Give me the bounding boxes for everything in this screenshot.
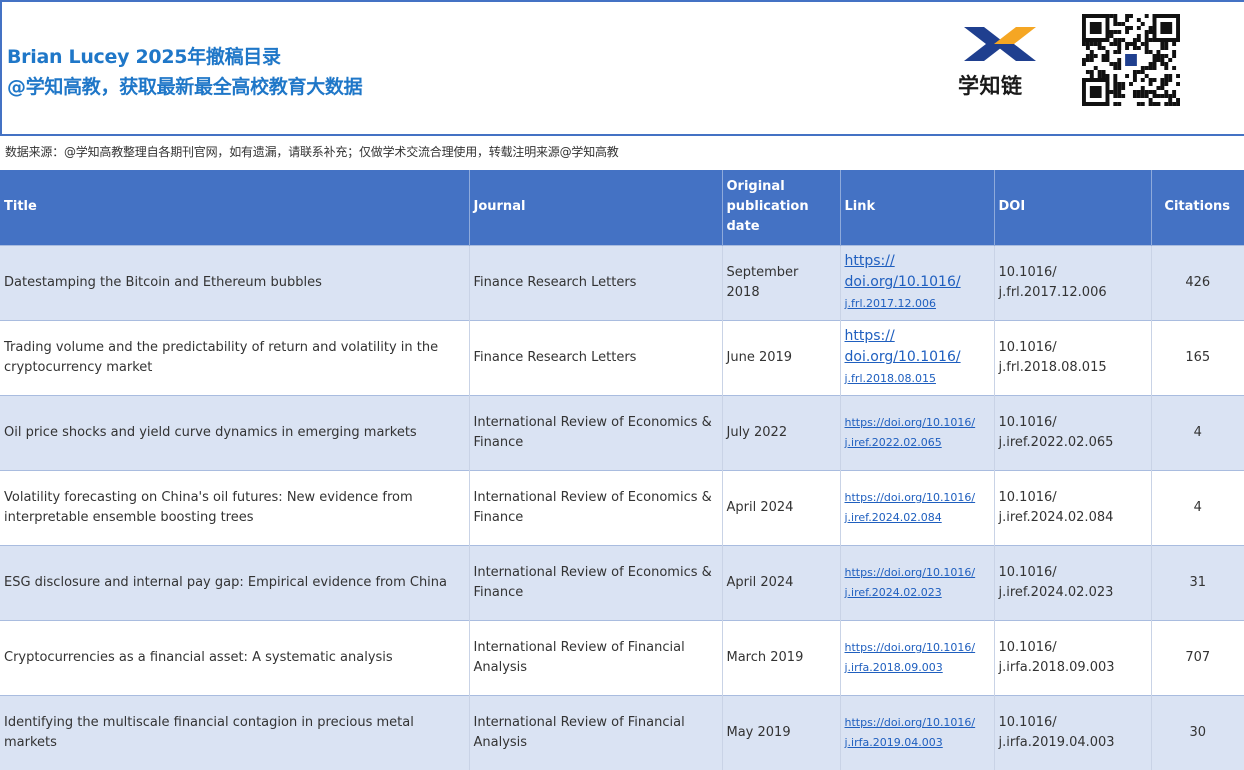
logo: 学知链: [958, 24, 1042, 100]
cell-journal: International Review of Economics & Fina…: [469, 544, 723, 620]
cell-citations: 30: [1151, 694, 1244, 770]
column-header-doi: DOI: [994, 170, 1152, 245]
table-header-row: Title Journal Original publication date …: [0, 170, 1244, 245]
cell-title: Volatility forecasting on China's oil fu…: [0, 469, 470, 545]
cell-doi: 10.1016/j.iref.2022.02.065: [994, 394, 1152, 470]
table-row: Identifying the multiscale financial con…: [0, 694, 1244, 770]
doi-link[interactable]: https://doi.org/10.1016/j.iref.2024.02.0…: [845, 566, 976, 599]
cell-doi: 10.1016/j.frl.2017.12.006: [994, 244, 1152, 320]
cell-citations: 165: [1151, 319, 1244, 395]
table-row: Oil price shocks and yield curve dynamic…: [0, 394, 1244, 470]
doi-link[interactable]: https://doi.org/10.1016/j.frl.2018.08.01…: [845, 328, 961, 386]
table-row: Datestamping the Bitcoin and Ethereum bu…: [0, 244, 1244, 320]
doi-link[interactable]: https://doi.org/10.1016/j.iref.2024.02.0…: [845, 491, 976, 524]
cell-citations: 426: [1151, 244, 1244, 320]
column-header-journal: Journal: [469, 170, 723, 245]
cell-journal: International Review of Economics & Fina…: [469, 469, 723, 545]
cell-date: June 2019: [722, 319, 841, 395]
cell-citations: 4: [1151, 469, 1244, 545]
logo-text: 学知链: [958, 74, 1023, 98]
cell-date: April 2024: [722, 544, 841, 620]
cell-doi: 10.1016/j.iref.2024.02.084: [994, 469, 1152, 545]
cell-doi: 10.1016/j.irfa.2018.09.003: [994, 619, 1152, 695]
cell-doi: 10.1016/j.iref.2024.02.023: [994, 544, 1152, 620]
title-line-1: Brian Lucey 2025年撤稿目录: [7, 46, 281, 68]
cell-citations: 707: [1151, 619, 1244, 695]
page-title: Brian Lucey 2025年撤稿目录 @学知高教，获取最新最全高校教育大数…: [7, 42, 363, 102]
cell-link: https://doi.org/10.1016/j.iref.2024.02.0…: [840, 469, 995, 545]
cell-journal: International Review of Financial Analys…: [469, 619, 723, 695]
cell-citations: 31: [1151, 544, 1244, 620]
cell-link: https://doi.org/10.1016/j.frl.2018.08.01…: [840, 319, 995, 395]
column-header-title: Title: [0, 170, 470, 245]
cell-title: Identifying the multiscale financial con…: [0, 694, 470, 770]
table-row: Cryptocurrencies as a financial asset: A…: [0, 619, 1244, 695]
publications-table: Title Journal Original publication date …: [0, 170, 1244, 770]
table-row: Trading volume and the predictability of…: [0, 319, 1244, 395]
cell-journal: Finance Research Letters: [469, 319, 723, 395]
cell-citations: 4: [1151, 394, 1244, 470]
cell-title: ESG disclosure and internal pay gap: Emp…: [0, 544, 470, 620]
cell-journal: Finance Research Letters: [469, 244, 723, 320]
cell-date: May 2019: [722, 694, 841, 770]
column-header-date: Original publication date: [722, 170, 841, 245]
column-header-link: Link: [840, 170, 995, 245]
cell-doi: 10.1016/j.frl.2018.08.015: [994, 319, 1152, 395]
cell-date: April 2024: [722, 469, 841, 545]
table-row: Volatility forecasting on China's oil fu…: [0, 469, 1244, 545]
cell-title: Oil price shocks and yield curve dynamic…: [0, 394, 470, 470]
doi-link[interactable]: https://doi.org/10.1016/j.iref.2022.02.0…: [845, 416, 976, 449]
cell-title: Cryptocurrencies as a financial asset: A…: [0, 619, 470, 695]
cell-title: Trading volume and the predictability of…: [0, 319, 470, 395]
banner: Brian Lucey 2025年撤稿目录 @学知高教，获取最新最全高校教育大数…: [0, 0, 1244, 136]
cell-title: Datestamping the Bitcoin and Ethereum bu…: [0, 244, 470, 320]
cell-date: July 2022: [722, 394, 841, 470]
cell-link: https://doi.org/10.1016/j.iref.2024.02.0…: [840, 544, 995, 620]
cell-doi: 10.1016/j.irfa.2019.04.003: [994, 694, 1152, 770]
cell-journal: International Review of Economics & Fina…: [469, 394, 723, 470]
cell-date: March 2019: [722, 619, 841, 695]
doi-link[interactable]: https://doi.org/10.1016/j.irfa.2018.09.0…: [845, 641, 976, 674]
column-header-citations: Citations: [1151, 170, 1244, 245]
cell-date: September 2018: [722, 244, 841, 320]
title-line-2: @学知高教，获取最新最全高校教育大数据: [7, 76, 363, 98]
cell-link: https://doi.org/10.1016/j.frl.2017.12.00…: [840, 244, 995, 320]
cell-link: https://doi.org/10.1016/j.irfa.2019.04.0…: [840, 694, 995, 770]
source-note: 数据来源：@学知高教整理自各期刊官网，如有遗漏，请联系补充；仅做学术交流合理使用…: [5, 145, 619, 159]
table-row: ESG disclosure and internal pay gap: Emp…: [0, 544, 1244, 620]
doi-link[interactable]: https://doi.org/10.1016/j.irfa.2019.04.0…: [845, 716, 976, 749]
cell-journal: International Review of Financial Analys…: [469, 694, 723, 770]
qr-code-icon: [1082, 14, 1180, 106]
cell-link: https://doi.org/10.1016/j.iref.2022.02.0…: [840, 394, 995, 470]
logo-mark-icon: [964, 27, 1036, 61]
doi-link[interactable]: https://doi.org/10.1016/j.frl.2017.12.00…: [845, 253, 961, 311]
cell-link: https://doi.org/10.1016/j.irfa.2018.09.0…: [840, 619, 995, 695]
